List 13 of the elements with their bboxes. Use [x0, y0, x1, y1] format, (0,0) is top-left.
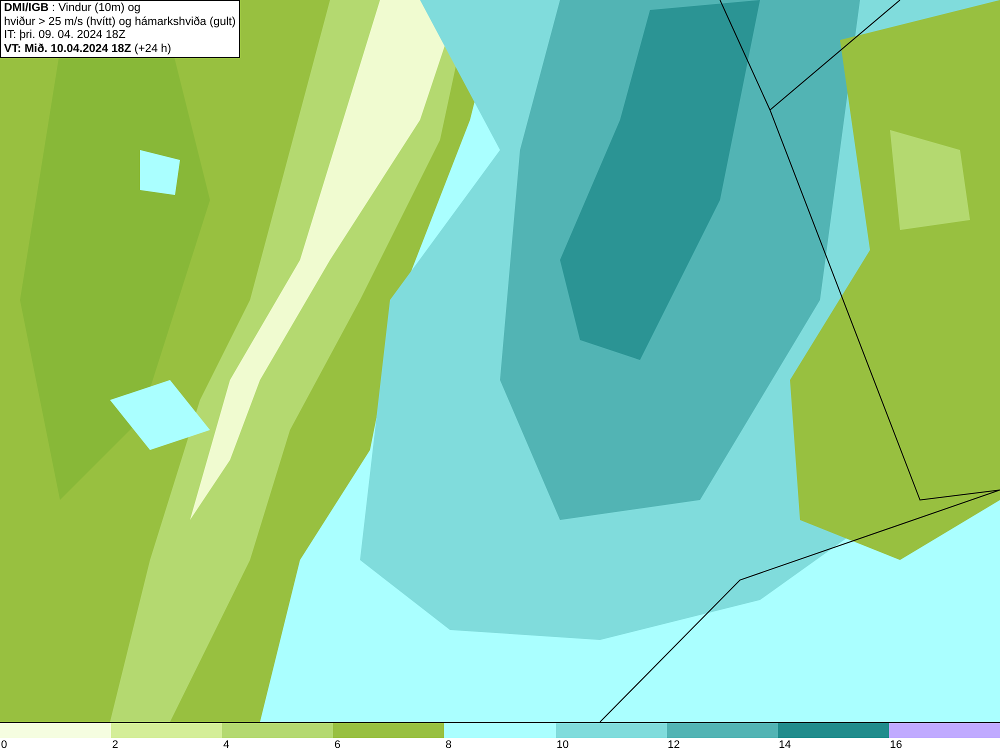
legend-label: 0: [0, 738, 8, 752]
legend-label: 4: [222, 738, 230, 752]
legend-label: 2: [111, 738, 118, 752]
legend-label: 8: [444, 738, 452, 752]
info-text: DMI/IGB : Vindur (10m) og: [4, 2, 142, 16]
info-text: hviður > 25 m/s (hvítt) og hámarkshviða (gult): [4, 16, 236, 29]
legend-label: 10: [556, 738, 569, 752]
info-text: VT: Mið. 10.04.2024 18Z (+24 h): [4, 42, 172, 56]
legend-label: 6: [333, 738, 340, 752]
legend-label: 16: [888, 738, 902, 752]
legend-label: 12: [666, 738, 680, 752]
legend-label: 14: [778, 738, 792, 752]
info-text: IT: þri. 09. 04. 2024 18Z: [4, 29, 126, 42]
